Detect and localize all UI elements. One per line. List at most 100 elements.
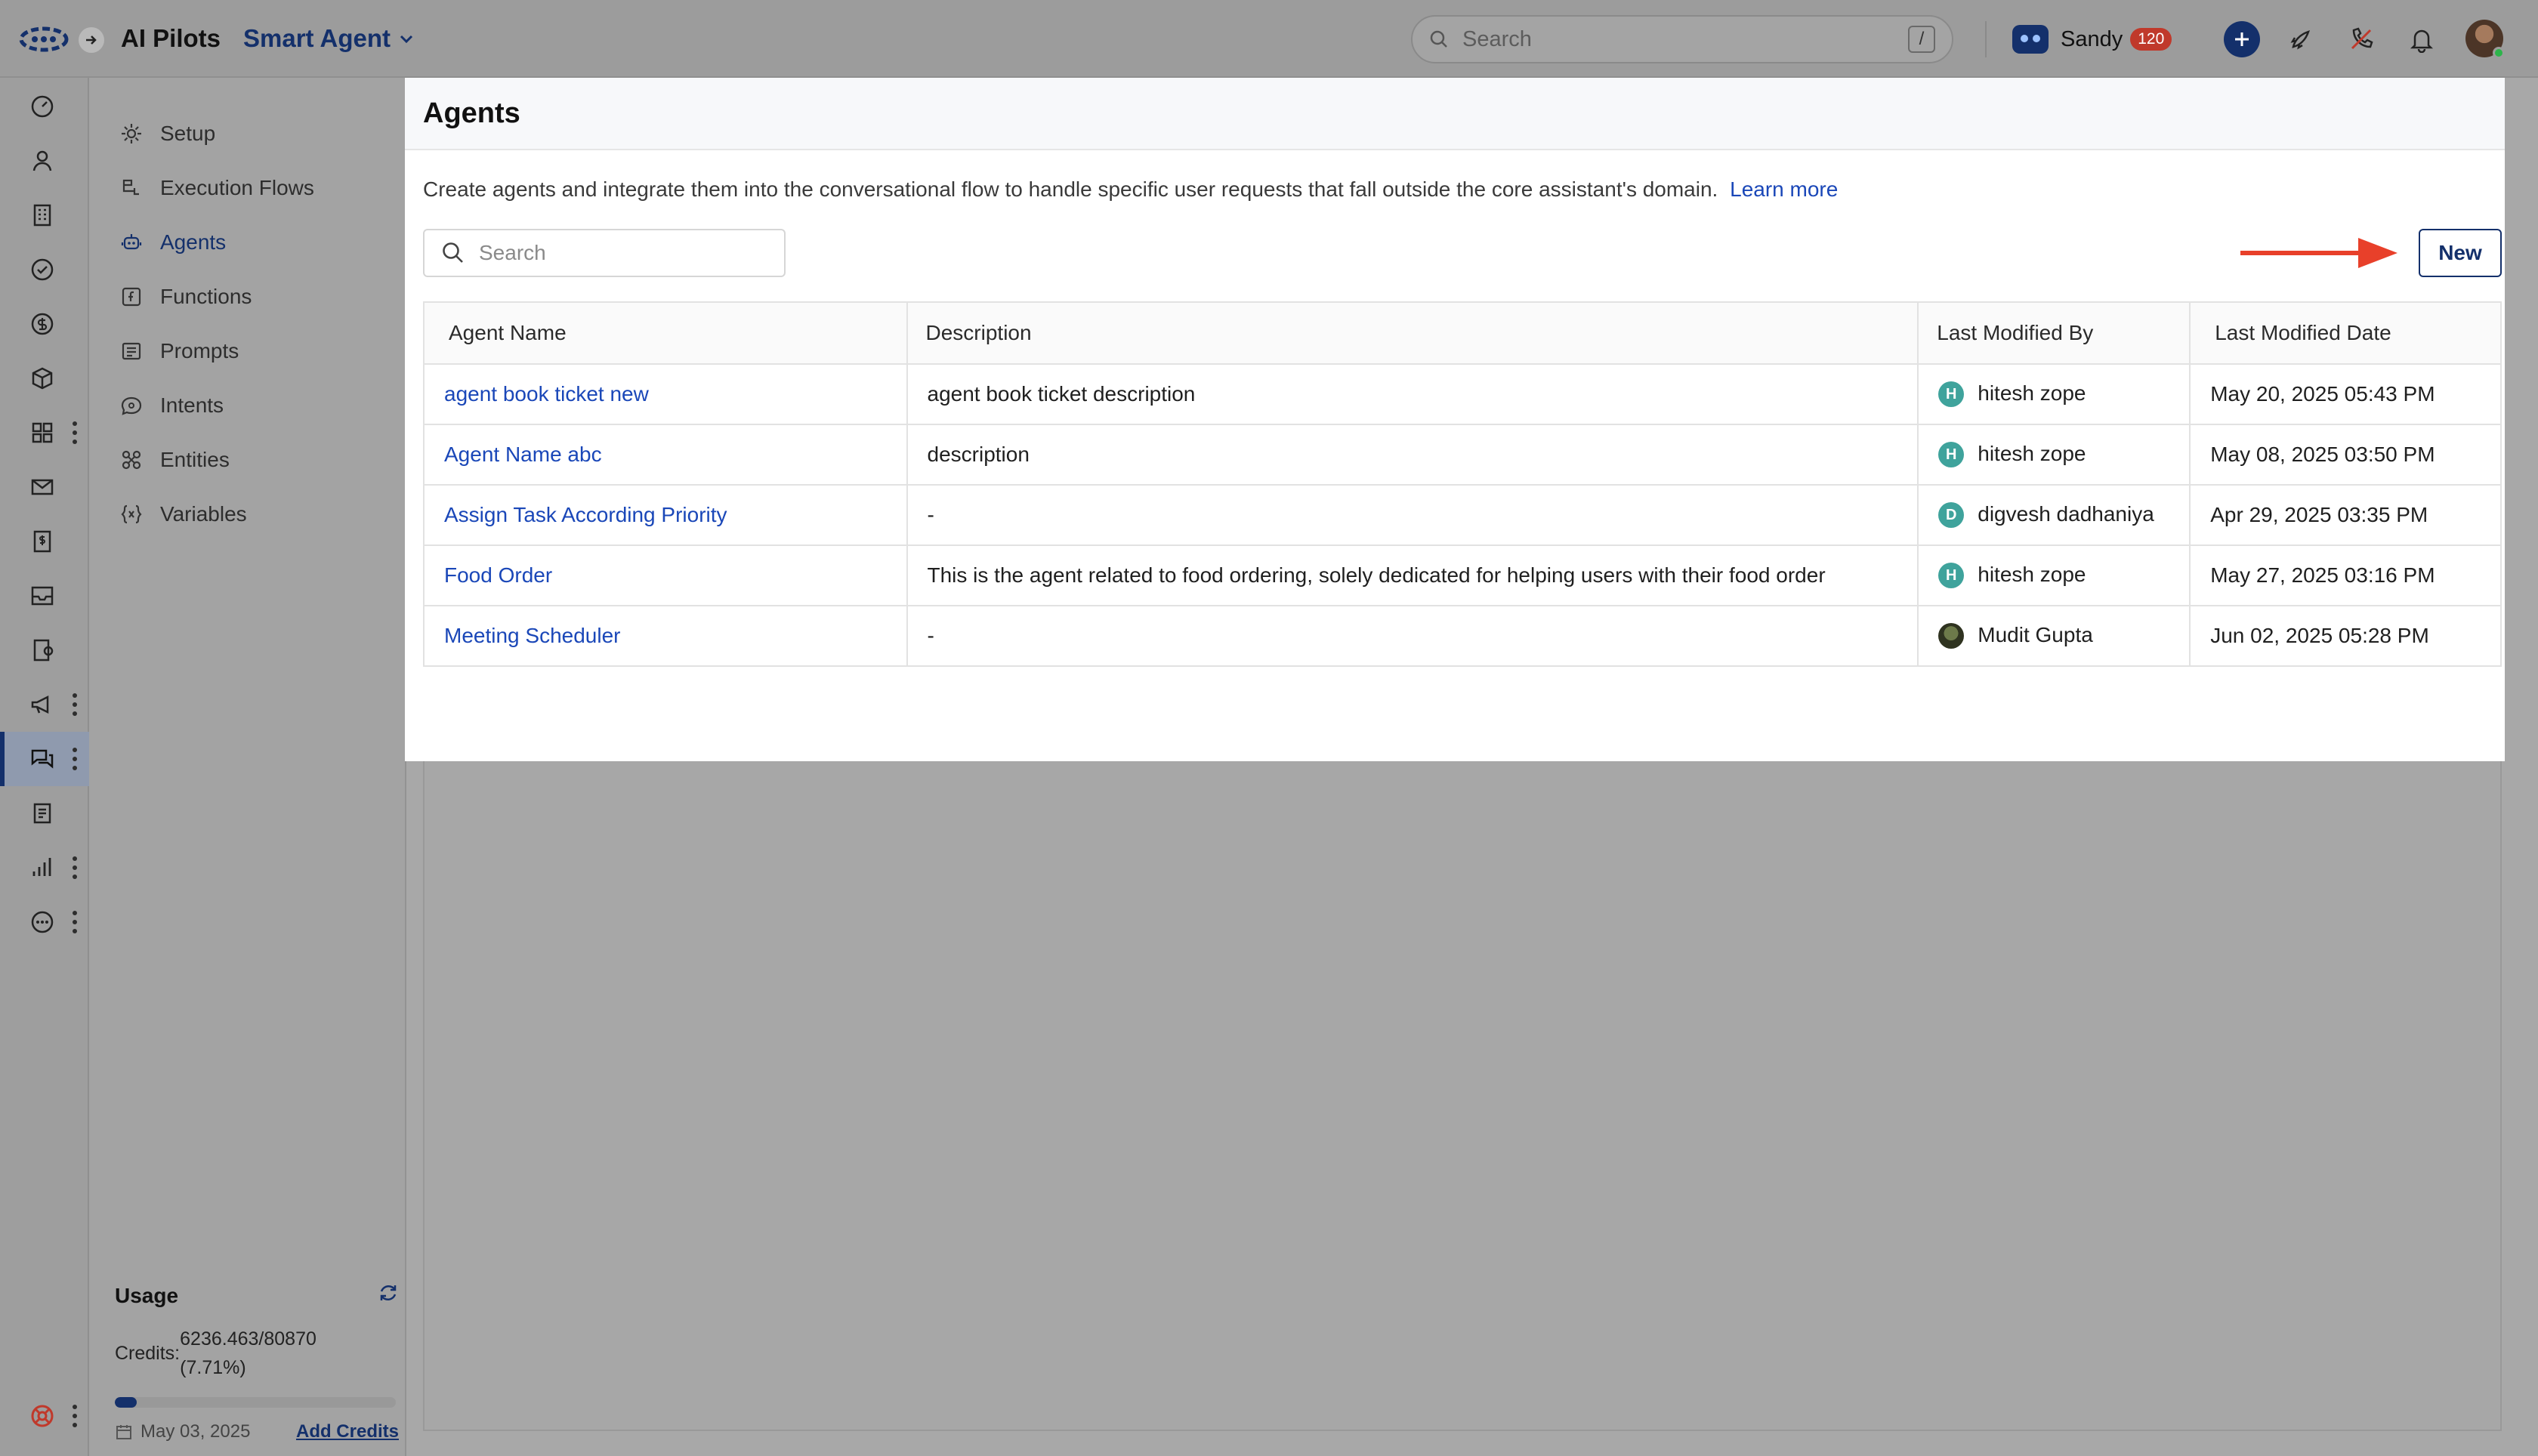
new-agent-button[interactable]: New [2419,229,2502,277]
agent-name-link[interactable]: Assign Task According Priority [423,484,908,546]
tasks-icon[interactable] [26,253,59,286]
subnav-item-functions[interactable]: Functions [119,274,252,319]
bell-icon[interactable] [2405,23,2438,56]
apps-more-icon[interactable] [69,421,80,444]
apps-icon[interactable] [26,416,59,449]
column-header-agent-name[interactable]: Agent Name [423,301,908,365]
column-header-last-modified-date[interactable]: Last Modified Date [2189,301,2502,365]
modified-by-name: hitesh zope [1978,562,2086,586]
agents-search-input[interactable] [479,241,766,265]
dashboard-icon[interactable] [26,90,59,123]
modified-date: Jun 02, 2025 05:28 PM [2189,605,2502,667]
rocket-icon[interactable] [2284,23,2317,56]
subnav-item-entities[interactable]: Entities [119,437,230,483]
search-icon [1430,30,1447,48]
call-off-icon[interactable] [2345,23,2378,56]
documents-icon[interactable] [26,797,59,830]
global-search-placeholder: Search [1462,26,1532,51]
agent-name-link[interactable]: Food Order [423,544,908,606]
table-header-row: Agent Name Description Last Modified By … [423,301,2502,365]
help-more-icon[interactable] [69,1405,80,1427]
usage-date: May 03, 2025 [140,1421,251,1442]
usage-footer: May 03, 2025 Add Credits [115,1421,399,1442]
deals-icon[interactable] [26,307,59,341]
module-name: Smart Agent [243,24,391,52]
subnav-item-variables[interactable]: Variables [119,492,247,537]
pointer-arrow-icon [2240,238,2398,268]
expand-nav-icon[interactable] [79,27,104,53]
table-row[interactable]: Meeting Scheduler - Mudit Gupta Jun 02, … [423,605,2502,667]
agent-description: - [906,484,1919,546]
forms-icon[interactable] [26,634,59,667]
modified-by-name: Mudit Gupta [1978,622,2093,646]
agent-icon [121,234,142,250]
subnav-item-prompts[interactable]: Prompts [119,329,239,374]
learn-more-link[interactable]: Learn more [1730,177,1838,201]
help-lifebuoy-icon[interactable] [26,1399,59,1433]
calendar-icon [116,1425,131,1439]
accounts-icon[interactable] [26,199,59,232]
credits-percent: (7.71%) [180,1357,246,1378]
search-icon [443,242,463,263]
agent-name-link[interactable]: agent book ticket new [423,363,908,425]
products-icon[interactable] [26,362,59,395]
conversations-icon[interactable] [26,742,59,776]
modified-by-name: digvesh dadhaniya [1978,501,2154,526]
modified-date: Apr 29, 2025 03:35 PM [2189,484,2502,546]
agent-name-link[interactable]: Agent Name abc [423,424,908,486]
credits-progress-bar [115,1397,396,1408]
agent-name-link[interactable]: Meeting Scheduler [423,605,908,667]
campaigns-icon[interactable] [26,688,59,721]
credits-label: Credits: [115,1343,181,1364]
refresh-icon[interactable] [378,1282,399,1303]
profile-avatar[interactable] [2465,20,2505,59]
subnav-item-setup[interactable]: Setup [119,111,215,156]
campaigns-more-icon[interactable] [69,693,80,716]
global-search-input[interactable]: Search / [1411,15,1953,63]
app-logo-icon[interactable] [18,23,69,56]
table-row[interactable]: Agent Name abc description Hhitesh zope … [423,424,2502,486]
entities-icon [122,450,141,470]
conversations-more-icon[interactable] [69,748,80,770]
agents-panel-header: Agents [405,78,2505,150]
subnav-label: Prompts [160,339,239,362]
agents-search-box[interactable] [423,229,786,277]
inbox-icon[interactable] [26,579,59,612]
user-menu[interactable]: Sandy 120 [2012,21,2172,57]
secondary-nav: Setup Execution Flows Agents Functions P… [89,78,406,1456]
more-apps-more-icon[interactable] [69,911,80,933]
subnav-item-agents[interactable]: Agents [119,220,226,265]
subnav-label: Variables [160,502,247,526]
column-header-last-modified-by[interactable]: Last Modified By [1917,301,2191,365]
table-row[interactable]: Assign Task According Priority - Ddigves… [423,484,2502,546]
column-header-description[interactable]: Description [906,301,1919,365]
notification-count-badge: 120 [2130,28,2172,51]
invoice-icon[interactable] [26,525,59,558]
add-icon[interactable] [2224,21,2260,57]
mail-icon[interactable] [26,470,59,504]
usage-panel: Usage Credits: 6236.463/80870 (7.71%) Ma… [115,1284,399,1442]
more-apps-icon[interactable] [26,905,59,939]
reports-icon[interactable] [26,851,59,884]
table-row[interactable]: agent book ticket new agent book ticket … [423,363,2502,425]
credits-value: 6236.463/80870 (7.71%) [180,1325,316,1382]
add-credits-link[interactable]: Add Credits [296,1421,399,1442]
credits-amount: 6236.463/80870 [180,1328,316,1350]
online-status-dot [2493,47,2505,59]
reports-more-icon[interactable] [69,856,80,879]
module-switcher[interactable]: Smart Agent [243,24,415,53]
modified-by-cell: Ddigvesh dadhaniya [1917,484,2191,546]
credits-progress-fill [115,1397,137,1408]
gear-icon [122,124,141,143]
subnav-item-intents[interactable]: Intents [119,383,224,428]
modified-by-cell: Mudit Gupta [1917,605,2191,667]
subnav-label: Agents [160,230,227,254]
user-initial-avatar: H [1938,381,1965,408]
table-row[interactable]: Food Order This is the agent related to … [423,544,2502,606]
agents-table: Agent Name Description Last Modified By … [423,301,2502,667]
usage-title: Usage [115,1284,179,1307]
subnav-item-execution-flows[interactable]: Execution Flows [119,165,314,211]
modified-date: May 27, 2025 03:16 PM [2189,544,2502,606]
contacts-icon[interactable] [26,144,59,177]
subnav-label: Intents [160,393,224,417]
